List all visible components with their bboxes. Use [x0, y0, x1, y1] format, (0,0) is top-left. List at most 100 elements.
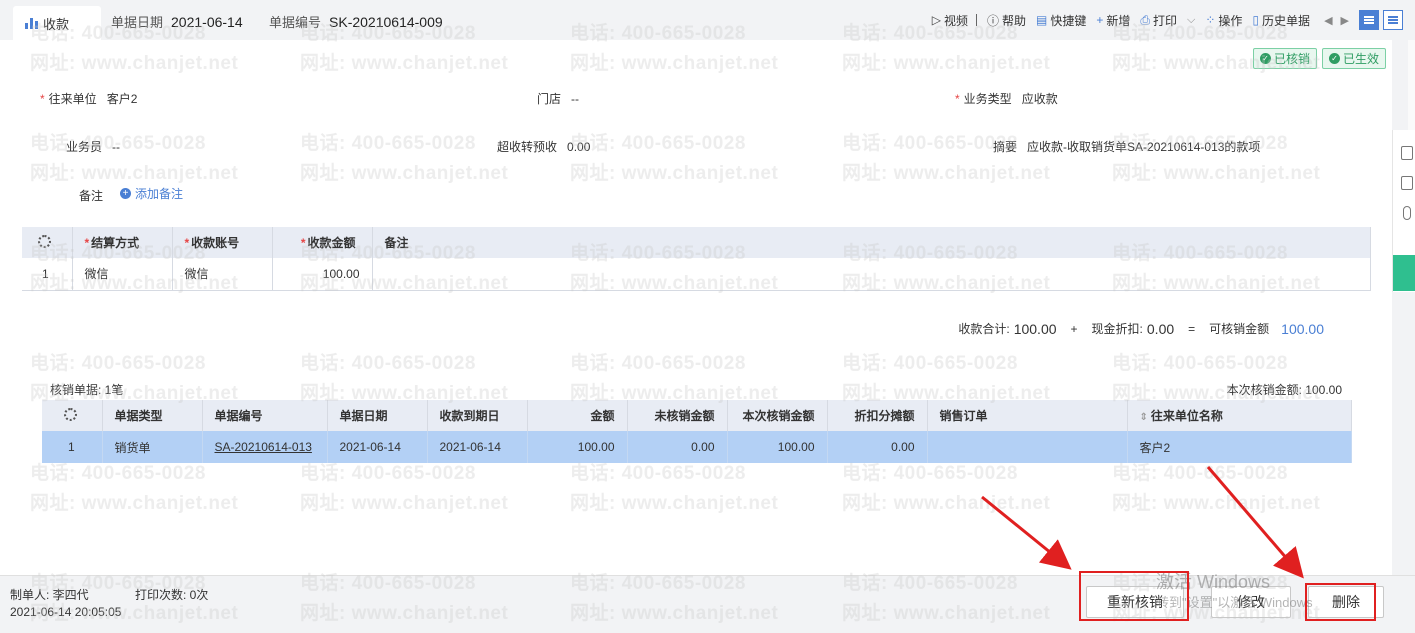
col-header: 销售订单 — [927, 400, 1128, 431]
print-button[interactable]: ⎙ 打印 — [1140, 12, 1177, 29]
main-panel: ✓ 已核销 ✓ 已生效 * 往来单位 客户2 门店 -- * 业务类型 应收款 业务员 -- 超… — [0, 40, 1392, 575]
cell-due: 2021-06-14 — [427, 431, 528, 463]
over-receipt-field[interactable]: 超收转预收 0.00 — [497, 138, 590, 155]
check-icon: ✓ — [1259, 53, 1271, 64]
payment-table: * 结算方式 * 收款账号 * 收款金额 备注 1 微信 微信 100.00 — [22, 227, 1371, 291]
status-badges: ✓ 已核销 ✓ 已生效 — [1248, 48, 1386, 69]
cell-date: 2021-06-14 — [327, 431, 428, 463]
help-icon: ⓘ — [986, 13, 999, 28]
table-header-row: 单据类型 单据编号 单据日期 收款到期日 金额 未核销金额 本次核销金额 折扣分… — [42, 400, 1352, 431]
column-settings[interactable] — [22, 227, 73, 258]
note-label: 备注 — [79, 189, 104, 203]
divider — [975, 14, 977, 26]
col-header: * 收款金额 — [272, 227, 373, 258]
table-row[interactable]: 1 销货单 SA-20210614-013 2021-06-14 2021-06… — [42, 431, 1352, 463]
store-field[interactable]: 门店 -- — [537, 90, 579, 107]
chart-panel-icon[interactable] — [1393, 255, 1415, 291]
video-button[interactable]: ▷ 视频 — [932, 12, 968, 29]
gear-icon — [64, 407, 77, 421]
row-index: 1 — [22, 258, 73, 291]
chart-icon — [25, 17, 39, 29]
table-row[interactable]: 1 微信 微信 100.00 — [22, 258, 1371, 291]
delete-button[interactable]: 删除 — [1308, 586, 1384, 618]
doc-date: 单据日期 2021-06-14 — [111, 14, 243, 30]
document-icon: ▯ — [1252, 13, 1260, 27]
add-note-button[interactable]: + 添加备注 — [120, 185, 183, 202]
help-button[interactable]: ⓘ 帮助 — [987, 12, 1026, 29]
salesman-field[interactable]: 业务员 -- — [66, 138, 120, 155]
cell-discount: 0.00 — [827, 431, 928, 463]
col-header: 未核销金额 — [627, 400, 728, 431]
cell-amount[interactable]: 100.00 — [272, 258, 373, 291]
tab-receipt[interactable]: 收款 — [13, 6, 101, 40]
col-header: 金额 — [527, 400, 628, 431]
next-arrow-icon[interactable]: ▶ — [1341, 14, 1349, 27]
status-badge-verified: ✓ 已核销 — [1252, 48, 1317, 69]
list-icon — [1364, 16, 1374, 24]
card-view-button[interactable] — [1383, 10, 1403, 30]
side-rail — [1392, 130, 1415, 292]
verify-table: 单据类型 单据编号 单据日期 收款到期日 金额 未核销金额 本次核销金额 折扣分… — [42, 400, 1352, 463]
sort-icon: ⇕ — [1139, 412, 1148, 423]
cell-code[interactable]: SA-20210614-013 — [202, 431, 328, 463]
cell-account[interactable]: 微信 — [172, 258, 273, 291]
totals-line: 收款合计: 100.00 + 现金折扣: 0.00 = 可核销金额 100.00 — [958, 320, 1324, 337]
cell-unverified: 0.00 — [627, 431, 728, 463]
cell-note[interactable] — [372, 258, 1371, 291]
attachment-icon[interactable] — [1403, 206, 1411, 220]
shortcut-button[interactable]: ▤ 快捷键 — [1036, 12, 1086, 29]
col-header: 单据编号 — [202, 400, 328, 431]
cell-this-verify[interactable]: 100.00 — [727, 431, 828, 463]
verify-amount: 本次核销金额: 100.00 — [1226, 383, 1342, 397]
created-time: 2021-06-14 20:05:05 — [10, 605, 122, 619]
summary-field[interactable]: 摘要 应收款-收取销货单SA-20210614-013的款项 — [993, 138, 1260, 155]
grid-icon: ⁘ — [1205, 13, 1216, 27]
col-header-sortable[interactable]: ⇕ 往来单位名称 — [1127, 400, 1352, 431]
tab-label: 收款 — [43, 16, 70, 32]
prev-arrow-icon[interactable]: ◀ — [1324, 14, 1332, 27]
print-count-text: 打印次数: 0次 — [135, 588, 209, 602]
verify-count: 核销单据: 1笔 — [50, 383, 124, 397]
cell-order — [927, 431, 1128, 463]
plus-circle-icon: + — [120, 188, 131, 199]
col-header: 单据日期 — [327, 400, 428, 431]
biz-type-field[interactable]: * 业务类型 应收款 — [955, 90, 1058, 107]
cell-method[interactable]: 微信 — [72, 258, 173, 291]
doc-code: 单据编号 SK-20210614-009 — [269, 14, 443, 30]
col-header: * 收款账号 — [172, 227, 273, 258]
play-icon: ▷ — [931, 13, 941, 27]
edit-button[interactable]: 修改 — [1211, 586, 1291, 618]
top-bar: 收款 单据日期 2021-06-14 单据编号 SK-20210614-009 ▷ 视… — [0, 0, 1415, 40]
maker-text: 制单人: 李四代 — [10, 588, 89, 602]
operate-button[interactable]: ⁘ 操作 — [1205, 12, 1242, 29]
footer-bar: 制单人: 李四代 打印次数: 0次 2021-06-14 20:05:05 重新… — [0, 575, 1415, 633]
col-header: 单据类型 — [102, 400, 203, 431]
cell-partner: 客户2 — [1127, 431, 1352, 463]
plus-icon: + — [1096, 13, 1104, 27]
partner-field[interactable]: * 往来单位 客户2 — [40, 90, 137, 107]
col-header: 折扣分摊额 — [827, 400, 928, 431]
copy-icon[interactable] — [1401, 176, 1413, 190]
col-header: 本次核销金额 — [727, 400, 828, 431]
doc-link[interactable]: SA-20210614-013 — [215, 440, 312, 454]
scrollbar[interactable] — [1408, 40, 1415, 130]
reverify-button[interactable]: 重新核销 — [1086, 586, 1184, 618]
list-view-button[interactable] — [1359, 10, 1379, 30]
row-index: 1 — [42, 431, 103, 463]
chevron-down-icon[interactable]: ⌵ — [1187, 14, 1195, 27]
status-badge-effective: ✓ 已生效 — [1321, 48, 1386, 69]
keyboard-icon: ▤ — [1036, 13, 1048, 27]
toolbar: ▷ 视频 ⓘ 帮助 ▤ 快捷键 + 新增 ⎙ 打印 ⌵ ⁘ 操作 ▯ 历史单据 ◀ ▶ — [922, 8, 1403, 32]
col-header: 备注 — [372, 227, 1371, 258]
printer-icon: ⎙ — [1140, 12, 1150, 27]
cell-amount: 100.00 — [527, 431, 628, 463]
check-icon: ✓ — [1328, 53, 1340, 64]
form-icon[interactable] — [1401, 146, 1413, 160]
col-header: 收款到期日 — [427, 400, 528, 431]
card-icon — [1388, 16, 1398, 24]
column-settings[interactable] — [42, 400, 103, 431]
history-button[interactable]: ▯ 历史单据 — [1252, 12, 1310, 29]
table-header-row: * 结算方式 * 收款账号 * 收款金额 备注 — [22, 227, 1371, 258]
add-button[interactable]: + 新增 — [1096, 12, 1130, 29]
col-header: * 结算方式 — [72, 227, 173, 258]
